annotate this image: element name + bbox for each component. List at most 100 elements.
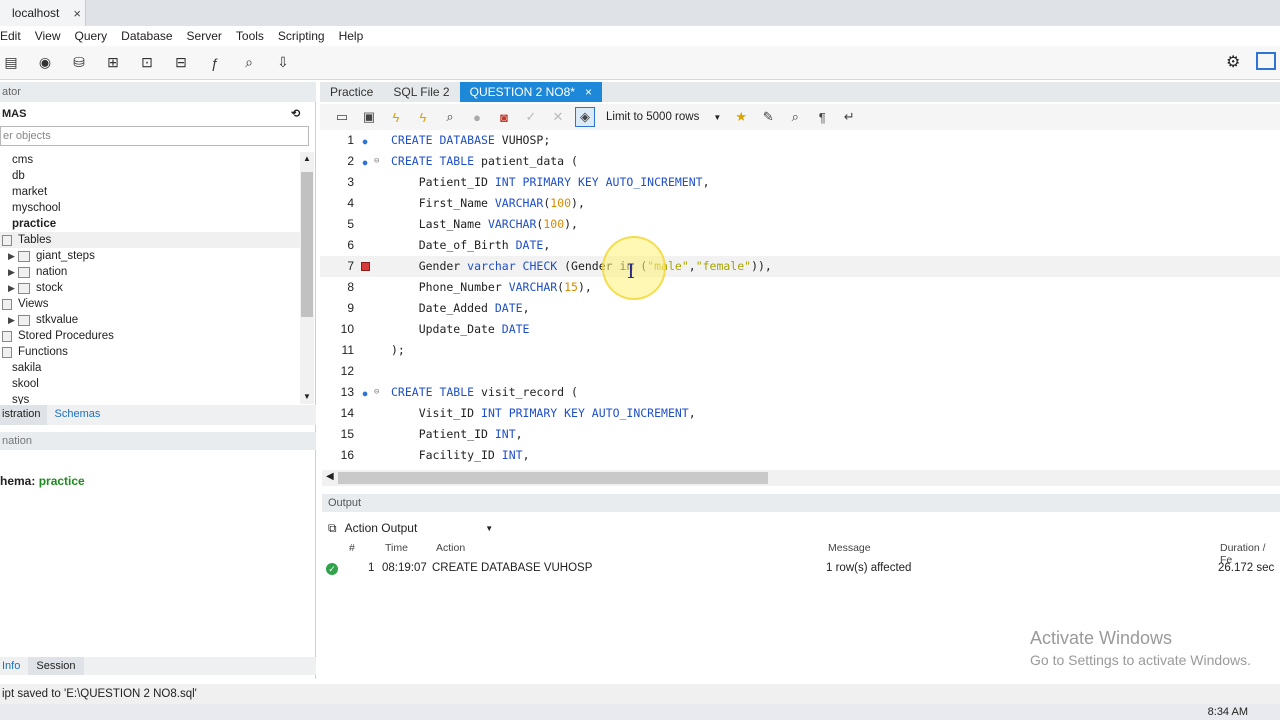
open-file-icon[interactable]: ▭ <box>332 107 352 127</box>
tree-item[interactable]: ▶ nation <box>0 264 300 280</box>
code-line[interactable]: 2 ● ⊖ CREATE TABLE patient_data ( <box>320 151 1280 172</box>
tree-item[interactable]: Functions <box>0 344 300 360</box>
tree-item[interactable]: sakila <box>0 360 300 376</box>
output-type-select[interactable]: ⧉ Action Output ▼ <box>322 518 522 538</box>
beautify-icon[interactable]: ✎ <box>758 107 778 127</box>
tree-item[interactable]: myschool <box>0 200 300 216</box>
code-line[interactable]: 14 Visit_ID INT PRIMARY KEY AUTO_INCREME… <box>320 403 1280 424</box>
tree-item[interactable]: cms <box>0 152 300 168</box>
tree-item-label: practice <box>12 218 57 230</box>
code-line[interactable]: 5 Last_Name VARCHAR(100), <box>320 214 1280 235</box>
rollback-icon[interactable]: ✕ <box>548 107 568 127</box>
create-schema-icon[interactable]: ⛁ <box>68 52 90 74</box>
menu-tools[interactable]: Tools <box>236 29 264 43</box>
code-line[interactable]: 9 Date_Added DATE, <box>320 298 1280 319</box>
code-line[interactable]: 15 Patient_ID INT, <box>320 424 1280 445</box>
copy-icon[interactable]: ⧉ <box>328 521 337 536</box>
code-line[interactable]: 13 ● ⊖ CREATE TABLE visit_record ( <box>320 382 1280 403</box>
expand-icon[interactable]: ▶ <box>8 280 18 296</box>
commit-icon[interactable]: ✓ <box>521 107 541 127</box>
tree-item[interactable]: ▶ stkvalue <box>0 312 300 328</box>
tree-item[interactable]: Tables <box>0 232 300 248</box>
stop-icon[interactable]: ● <box>467 107 487 127</box>
schema-info-value: practice <box>38 474 85 488</box>
create-table-icon[interactable]: ⊞ <box>102 52 124 74</box>
tab-sql-file-2[interactable]: SQL File 2 <box>383 82 459 102</box>
create-function-icon[interactable]: ƒ <box>204 52 226 74</box>
tree-item[interactable]: Views <box>0 296 300 312</box>
tree-item[interactable]: skool <box>0 376 300 392</box>
sql-editor[interactable]: 1 ● CREATE DATABASE VUHOSP; 2 ● ⊖ CREATE TABLE… <box>320 130 1280 470</box>
explain-icon[interactable]: ⌕ <box>440 107 460 127</box>
create-procedure-icon[interactable]: ⊟ <box>170 52 192 74</box>
code-line[interactable]: 10 Update_Date DATE <box>320 319 1280 340</box>
code-line[interactable]: 7 Gender varchar CHECK (Gender in ("male… <box>320 256 1280 277</box>
invisible-chars-icon[interactable]: ¶ <box>812 107 832 127</box>
tab-object-info[interactable]: Info <box>0 657 28 675</box>
open-sql-script-icon[interactable]: ◉ <box>34 52 56 74</box>
gear-icon[interactable]: ⚙ <box>1226 52 1240 72</box>
tab-schemas[interactable]: Schemas <box>47 405 109 425</box>
create-view-icon[interactable]: ⊡ <box>136 52 158 74</box>
scroll-up-icon[interactable]: ▲ <box>303 154 311 163</box>
fold-icon[interactable]: ⊖ <box>374 382 384 403</box>
refresh-icon[interactable]: ⟲ <box>291 104 300 124</box>
tree-item[interactable]: practice <box>0 216 300 232</box>
tree-item[interactable]: ▶ stock <box>0 280 300 296</box>
connection-tab[interactable]: localhost × <box>0 0 86 26</box>
autocommit-icon[interactable]: ◈ <box>575 107 595 127</box>
code-line[interactable]: 1 ● CREATE DATABASE VUHOSP; <box>320 130 1280 151</box>
tab-session[interactable]: Session <box>28 657 84 675</box>
find-icon[interactable]: ⌕ <box>785 107 805 127</box>
expand-icon[interactable]: ▶ <box>8 264 18 280</box>
fold-icon[interactable]: ⊖ <box>374 151 384 172</box>
limit-rows-select[interactable]: Limit to 5000 rows ▼ <box>606 111 721 123</box>
editor-hscroll-thumb[interactable] <box>338 472 768 484</box>
wrap-lines-icon[interactable]: ↵ <box>839 107 859 127</box>
menu-query[interactable]: Query <box>74 29 107 43</box>
panel-toggle-icon[interactable] <box>1256 52 1276 70</box>
execute-icon[interactable]: ϟ <box>386 107 406 127</box>
menu-scripting[interactable]: Scripting <box>278 29 325 43</box>
menu-database[interactable]: Database <box>121 29 172 43</box>
new-sql-tab-icon[interactable]: ▤ <box>0 52 22 74</box>
close-icon[interactable]: × <box>73 6 81 21</box>
taskbar <box>0 704 1280 720</box>
toggle-continue-icon[interactable]: ◙ <box>494 107 514 127</box>
expand-icon[interactable]: ▶ <box>8 248 18 264</box>
filter-objects-input[interactable]: er objects <box>0 126 309 146</box>
close-icon[interactable]: × <box>585 82 592 102</box>
tab-administration[interactable]: istration <box>0 405 47 425</box>
menu-help[interactable]: Help <box>339 29 364 43</box>
menu-edit[interactable]: Edit <box>0 29 21 43</box>
search-table-icon[interactable]: ⌕ <box>238 52 260 74</box>
menu-view[interactable]: View <box>35 29 61 43</box>
add-snippet-icon[interactable]: ★ <box>731 107 751 127</box>
code-line[interactable]: 4 First_Name VARCHAR(100), <box>320 193 1280 214</box>
code-line[interactable]: 16 Facility_ID INT, <box>320 445 1280 466</box>
tree-item[interactable]: db <box>0 168 300 184</box>
code-text: ); <box>391 343 405 357</box>
scroll-left-icon[interactable]: ◀ <box>326 471 334 482</box>
scroll-down-icon[interactable]: ▼ <box>303 392 311 401</box>
save-icon[interactable]: ▣ <box>359 107 379 127</box>
code-line[interactable]: 6 Date_of_Birth DATE, <box>320 235 1280 256</box>
line-number: 3 <box>347 175 354 189</box>
tab-question-2-no8[interactable]: QUESTION 2 NO8* × <box>459 82 602 102</box>
code-line[interactable]: 3 Patient_ID INT PRIMARY KEY AUTO_INCREM… <box>320 172 1280 193</box>
menu-server[interactable]: Server <box>187 29 222 43</box>
tree-item-label: sys <box>12 394 30 404</box>
code-line[interactable]: 8 Phone_Number VARCHAR(15), <box>320 277 1280 298</box>
code-line[interactable]: 12 <box>320 361 1280 382</box>
tree-item[interactable]: sys <box>0 392 300 404</box>
reconnect-icon[interactable]: ⇩ <box>272 52 294 74</box>
tree-item[interactable]: Stored Procedures <box>0 328 300 344</box>
tree-item[interactable]: market <box>0 184 300 200</box>
tree-scroll-thumb[interactable] <box>301 172 313 317</box>
code-line[interactable]: 11); <box>320 340 1280 361</box>
expand-icon[interactable]: ▶ <box>8 312 18 328</box>
tree-item[interactable]: ▶ giant_steps <box>0 248 300 264</box>
tree-item-label: Stored Procedures <box>18 330 114 342</box>
execute-statement-icon[interactable]: ϟ <box>413 107 433 127</box>
tab-practice[interactable]: Practice <box>320 82 383 102</box>
